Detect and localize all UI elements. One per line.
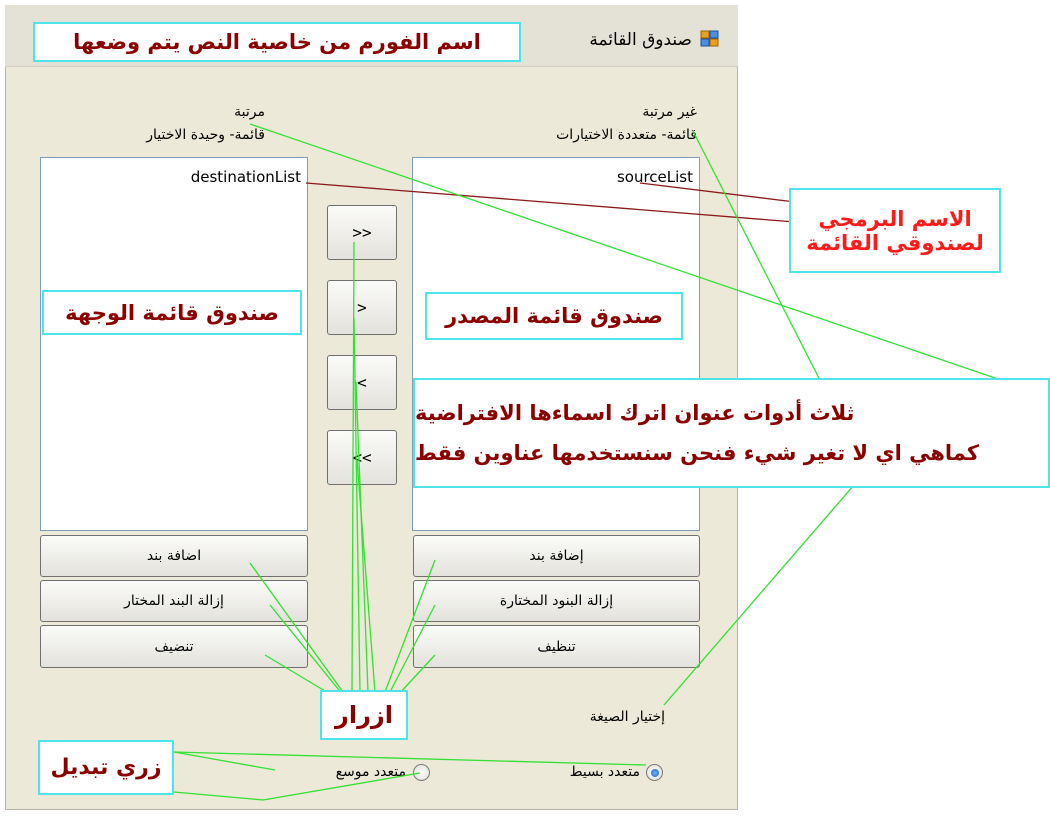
annotation-programmatic-line2: لصندوقي القائمة [806,230,984,255]
annotation-source-box: صندوق قائمة المصدر [425,292,683,340]
annotation-buttons: ازرار [320,690,408,740]
annotation-programmatic-name: الاسم البرمجي لصندوقي القائمة [789,188,1001,273]
annotation-labels-line1: ثلاث أدوات عنوان اترك اسماءها الافتراضية [415,401,855,425]
annotation-form-name: اسم الفورم من خاصية النص يتم وضعها [33,22,521,62]
annotation-radios: زري تبديل [38,740,174,795]
annotation-dest-box: صندوق قائمة الوجهة [42,290,302,335]
annotation-labels: ثلاث أدوات عنوان اترك اسماءها الافتراضية… [413,378,1050,488]
annotation-programmatic-line1: الاسم البرمجي [818,206,972,231]
annotation-labels-line2: كماهي اي لا تغير شيء فنحن سنستخدمها عناو… [415,441,980,465]
